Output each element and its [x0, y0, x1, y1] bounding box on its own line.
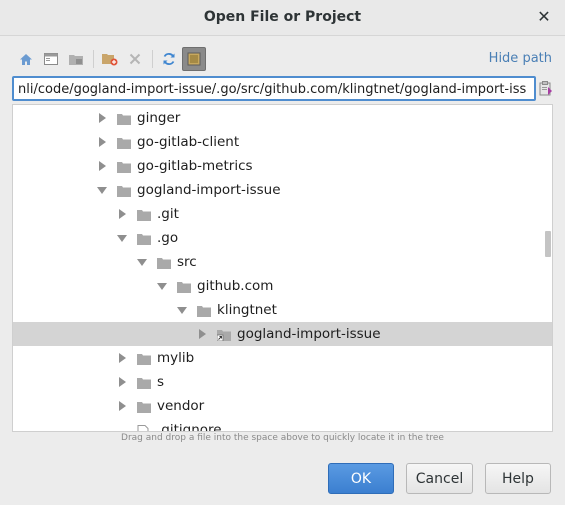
expand-arrow-icon[interactable]	[117, 377, 127, 387]
folder-icon	[117, 161, 131, 173]
drag-drop-hint: Drag and drop a file into the space abov…	[121, 433, 444, 443]
tree-row[interactable]: s	[13, 370, 552, 394]
file-icon	[137, 424, 151, 431]
expand-arrow-icon[interactable]	[97, 161, 107, 171]
path-input-field[interactable]	[12, 76, 536, 101]
expand-arrow-icon[interactable]	[117, 401, 127, 411]
ok-button[interactable]: OK	[328, 463, 394, 494]
tree-item-label: vendor	[157, 398, 205, 414]
refresh-icon	[163, 53, 175, 65]
path-history-button[interactable]	[539, 79, 553, 97]
tree-item-label: src	[177, 254, 197, 270]
tree-item-label: github.com	[197, 278, 274, 294]
project-folder-icon	[69, 55, 83, 65]
dialog-title: Open File or Project	[203, 9, 362, 25]
path-input[interactable]	[14, 79, 534, 99]
expand-arrow-icon[interactable]	[117, 209, 127, 219]
tree-item-label: ginger	[137, 110, 181, 126]
collapse-arrow-icon[interactable]	[137, 257, 147, 267]
tree-row[interactable]: .git	[13, 202, 552, 226]
tree-item-label: .gitignore	[157, 422, 222, 432]
tree-row[interactable]: .gitignore	[13, 418, 552, 432]
collapse-arrow-icon[interactable]	[157, 281, 167, 291]
new-folder-button[interactable]	[98, 47, 122, 71]
folder-icon	[137, 209, 151, 221]
close-button[interactable]: ✕	[535, 8, 553, 26]
tree-row[interactable]: gogland-import-issue	[13, 322, 552, 346]
folder-icon	[137, 353, 151, 365]
symlink-folder-icon	[216, 329, 231, 341]
tree-row[interactable]: go-gitlab-client	[13, 130, 552, 154]
tree-row[interactable]: mylib	[13, 346, 552, 370]
tree-item-label: go-gitlab-client	[137, 134, 240, 150]
new-folder-icon	[102, 54, 118, 66]
folder-icon	[117, 137, 131, 149]
file-tree[interactable]: .gitignore vendor s mylib gogland-import-iss…	[12, 104, 553, 432]
delete-icon	[129, 53, 141, 65]
tree-item-label: gogland-import-issue	[237, 326, 381, 342]
cancel-button[interactable]: Cancel	[406, 463, 473, 494]
tree-row[interactable]: gogland-import-issue	[13, 178, 552, 202]
toolbar	[14, 46, 207, 72]
tree-row[interactable]: go-gitlab-metrics	[13, 154, 552, 178]
folder-icon	[157, 257, 171, 269]
tree-item-label: .go	[157, 230, 179, 246]
tree-item-label: .git	[157, 206, 179, 222]
toolbar-separator	[93, 50, 94, 68]
help-button[interactable]: Help	[485, 463, 551, 494]
show-hidden-icon	[187, 52, 201, 66]
tree-row[interactable]: github.com	[13, 274, 552, 298]
desktop-button[interactable]	[39, 47, 63, 71]
tree-row[interactable]: vendor	[13, 394, 552, 418]
refresh-button[interactable]	[157, 47, 181, 71]
collapse-arrow-icon[interactable]	[97, 185, 107, 195]
title-bar: Open File or Project ✕	[0, 0, 565, 36]
tree-row[interactable]: .go	[13, 226, 552, 250]
home-icon	[20, 53, 32, 65]
collapse-arrow-icon[interactable]	[117, 233, 127, 243]
desktop-icon	[44, 53, 58, 65]
folder-icon	[117, 185, 131, 197]
toolbar-separator	[152, 50, 153, 68]
delete-button[interactable]	[123, 47, 147, 71]
project-button[interactable]	[64, 47, 88, 71]
folder-icon	[177, 281, 191, 293]
folder-icon	[137, 233, 151, 245]
tree-scrollbar-thumb[interactable]	[545, 231, 551, 257]
show-hidden-button[interactable]	[182, 47, 206, 71]
home-button[interactable]	[14, 47, 38, 71]
expand-arrow-icon[interactable]	[197, 329, 207, 339]
tree-item-label: go-gitlab-metrics	[137, 158, 253, 174]
expand-arrow-icon[interactable]	[97, 113, 107, 123]
tree-item-label: klingtnet	[217, 302, 277, 318]
clipboard-icon	[539, 81, 552, 96]
tree-row[interactable]: klingtnet	[13, 298, 552, 322]
folder-icon	[117, 113, 131, 125]
tree-row[interactable]: src	[13, 250, 552, 274]
hide-path-link[interactable]: Hide path	[489, 51, 552, 66]
folder-icon	[197, 305, 211, 317]
collapse-arrow-icon[interactable]	[177, 305, 187, 315]
tree-item-label: gogland-import-issue	[137, 182, 281, 198]
tree-item-label: s	[157, 374, 165, 390]
expand-arrow-icon[interactable]	[117, 353, 127, 363]
close-icon: ✕	[537, 7, 551, 26]
expand-arrow-icon[interactable]	[97, 137, 107, 147]
folder-icon	[137, 401, 151, 413]
tree-item-label: mylib	[157, 350, 195, 366]
folder-icon	[137, 377, 151, 389]
tree-row[interactable]: ginger	[13, 106, 552, 130]
